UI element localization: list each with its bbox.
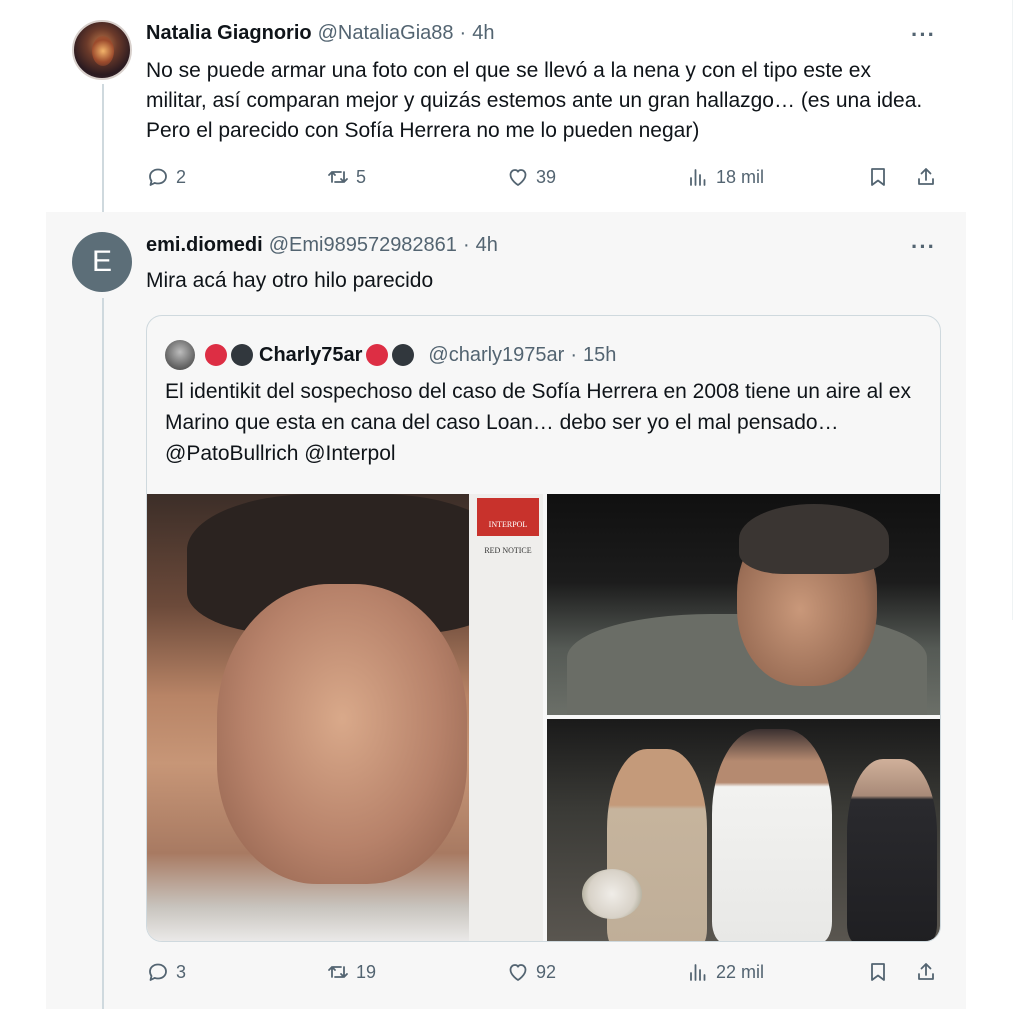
author-name[interactable]: emi.diomedi bbox=[146, 234, 263, 257]
photo-background-person bbox=[847, 759, 937, 941]
photo-identikit[interactable]: INTERPOL RED NOTICE bbox=[147, 494, 543, 941]
retweet-button[interactable]: 19 bbox=[326, 960, 376, 984]
tweet-natalia[interactable]: Natalia Giagnorio @NataliaGia88 · 4h ···… bbox=[46, 0, 966, 212]
interpol-logo: INTERPOL bbox=[477, 498, 539, 536]
author-handle[interactable]: @NataliaGia88 bbox=[318, 22, 454, 45]
thread-line bbox=[102, 298, 104, 1009]
share-icon bbox=[918, 963, 934, 980]
views-icon bbox=[690, 964, 706, 981]
reply-icon bbox=[149, 168, 167, 186]
quote-avatar[interactable] bbox=[165, 340, 195, 370]
sidebar-divider bbox=[1012, 0, 1013, 620]
black-circle-emoji bbox=[392, 344, 415, 366]
bookmark-icon bbox=[871, 168, 885, 186]
like-count: 39 bbox=[536, 166, 557, 187]
retweet-icon bbox=[328, 966, 348, 978]
red-circle-emoji bbox=[366, 344, 389, 366]
thread-line bbox=[102, 84, 104, 212]
red-notice-label: RED NOTICE bbox=[484, 546, 532, 555]
more-icon[interactable]: ··· bbox=[911, 22, 936, 48]
bookmark-icon bbox=[871, 963, 885, 981]
tweet-text: No se puede armar una foto con el que se… bbox=[146, 59, 923, 142]
reply-count: 2 bbox=[176, 166, 187, 187]
reply-icon bbox=[149, 963, 167, 981]
retweet-button[interactable]: 5 bbox=[326, 165, 366, 189]
bookmark-button[interactable] bbox=[866, 165, 896, 189]
action-bar: 2 5 39 18 mil bbox=[146, 165, 946, 195]
share-icon bbox=[918, 168, 934, 185]
timestamp[interactable]: 4h bbox=[476, 234, 498, 257]
author-name[interactable]: Natalia Giagnorio bbox=[146, 22, 312, 45]
views-button[interactable]: 22 mil bbox=[686, 960, 764, 984]
views-count: 22 mil bbox=[716, 961, 765, 982]
reply-button[interactable]: 2 bbox=[146, 165, 186, 189]
like-icon bbox=[509, 169, 527, 186]
quoted-tweet[interactable]: Charly75ar @charly1975ar · 15h El identi… bbox=[146, 315, 941, 942]
avatar[interactable]: E bbox=[72, 232, 132, 292]
quote-author-name[interactable]: Charly75ar bbox=[259, 344, 362, 367]
quote-author-handle[interactable]: @charly1975ar bbox=[428, 344, 564, 367]
bookmark-button[interactable] bbox=[866, 960, 896, 984]
retweet-count: 5 bbox=[356, 166, 367, 187]
black-circle-emoji bbox=[231, 344, 253, 366]
quote-text: El identikit del sospechoso del caso de … bbox=[165, 380, 911, 465]
separator: · bbox=[459, 22, 467, 44]
reply-count: 3 bbox=[176, 961, 187, 982]
photo-document bbox=[469, 494, 543, 941]
separator: · bbox=[570, 343, 578, 366]
tweet-header: Natalia Giagnorio @NataliaGia88 · 4h bbox=[146, 22, 494, 45]
separator: · bbox=[462, 234, 470, 256]
views-icon bbox=[690, 169, 706, 186]
tweet-text: Mira acá hay otro hilo parecido bbox=[146, 269, 434, 292]
photo-hair bbox=[739, 504, 889, 574]
retweet-count: 19 bbox=[356, 961, 377, 982]
timestamp[interactable]: 4h bbox=[472, 22, 494, 45]
red-circle-emoji bbox=[205, 344, 227, 366]
share-button[interactable] bbox=[914, 165, 944, 189]
photo-officer bbox=[712, 729, 832, 941]
more-icon[interactable]: ··· bbox=[911, 234, 936, 260]
share-button[interactable] bbox=[914, 960, 944, 984]
author-handle[interactable]: @Emi989572982861 bbox=[269, 234, 457, 257]
avatar[interactable] bbox=[72, 20, 132, 80]
retweet-icon bbox=[328, 171, 348, 183]
tweet-header: emi.diomedi @Emi989572982861 · 4h bbox=[146, 234, 498, 257]
photo-wedding[interactable] bbox=[547, 719, 940, 941]
action-bar: 3 19 92 22 mil bbox=[146, 960, 946, 990]
views-count: 18 mil bbox=[716, 166, 765, 187]
like-button[interactable]: 92 bbox=[506, 960, 556, 984]
reply-button[interactable]: 3 bbox=[146, 960, 186, 984]
photo-bouquet bbox=[582, 869, 642, 919]
quote-timestamp[interactable]: 15h bbox=[583, 344, 616, 367]
like-button[interactable]: 39 bbox=[506, 165, 556, 189]
photo-man-phone[interactable] bbox=[547, 494, 940, 715]
like-icon bbox=[509, 964, 527, 981]
avatar-image bbox=[92, 36, 114, 66]
media-grid: INTERPOL RED NOTICE bbox=[147, 494, 940, 941]
photo-face bbox=[217, 584, 467, 884]
views-button[interactable]: 18 mil bbox=[686, 165, 764, 189]
like-count: 92 bbox=[536, 961, 557, 982]
quote-header: Charly75ar @charly1975ar · 15h bbox=[165, 340, 616, 370]
